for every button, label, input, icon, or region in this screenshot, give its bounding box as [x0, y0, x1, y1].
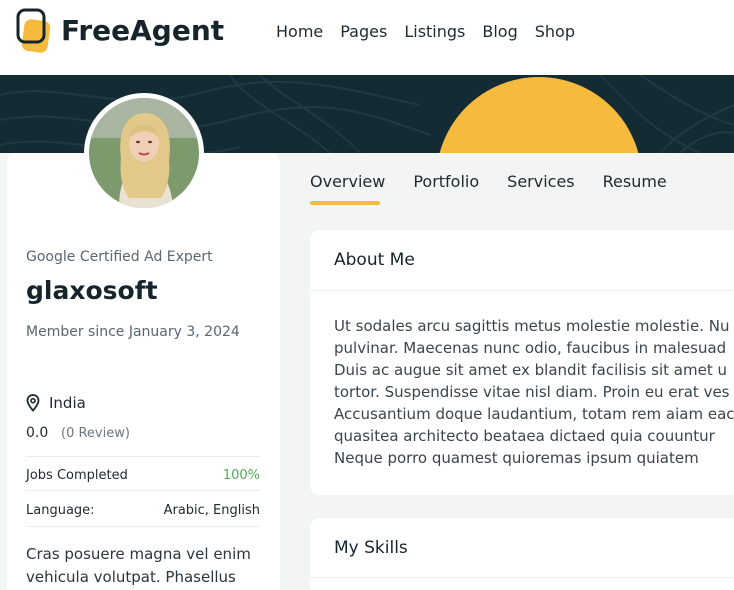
profile-sidebar [7, 153, 280, 590]
nav-listings[interactable]: Listings [404, 22, 465, 41]
about-line: Neque porro quamest quioremas ipsum quia… [334, 449, 699, 467]
tab-resume[interactable]: Resume [603, 172, 667, 202]
profile-username: glaxosoft [26, 276, 158, 305]
about-line: tortor. Suspendisse vitae nisl diam. Pro… [334, 383, 730, 401]
site-header: FreeAgent Home Pages Listings Blog Shop [0, 0, 734, 75]
profile-location: India [49, 394, 86, 412]
about-line: pulvinar. Maecenas nunc odio, faucibus i… [334, 339, 727, 357]
profile-tabs: Overview Portfolio Services Resume [310, 172, 695, 202]
avatar[interactable] [84, 93, 204, 213]
skills-card: My Skills [310, 518, 734, 590]
about-line: Ut sodales arcu sagittis metus molestie … [334, 317, 730, 335]
avatar-photo [89, 98, 199, 208]
banner-sun-shape [439, 77, 639, 153]
review-count[interactable]: (0 Review) [61, 426, 130, 441]
nav-shop[interactable]: Shop [535, 22, 575, 41]
about-line: Duis ac augue sit amet ex blandit facili… [334, 361, 727, 379]
skills-title: My Skills [334, 538, 408, 558]
location-pin-icon [26, 394, 40, 412]
member-since: Member since January 3, 2024 [26, 324, 240, 340]
tab-portfolio[interactable]: Portfolio [413, 172, 479, 202]
brand-name[interactable]: FreeAgent [61, 14, 224, 47]
profile-bio: Cras posuere magna vel enim vehicula vol… [26, 545, 251, 586]
jobs-completed-label: Jobs Completed [26, 468, 128, 483]
tab-active-indicator [310, 201, 380, 205]
main-nav: Home Pages Listings Blog Shop [276, 22, 592, 41]
profile-tagline: Google Certified Ad Expert [26, 249, 213, 265]
nav-pages[interactable]: Pages [340, 22, 387, 41]
nav-home[interactable]: Home [276, 22, 323, 41]
tab-overview[interactable]: Overview [310, 172, 385, 202]
about-card: About Me Ut sodales arcu sagittis metus … [310, 230, 734, 495]
brand-logo-icon[interactable] [16, 8, 54, 54]
jobs-completed-value: 100% [222, 468, 260, 483]
card-divider [310, 290, 734, 291]
tab-services[interactable]: Services [507, 172, 574, 202]
about-line: quasitea architecto beataea dictaed quia… [334, 427, 715, 445]
divider [26, 490, 260, 491]
rating-value: 0.0 [26, 425, 49, 441]
language-label: Language: [26, 503, 95, 518]
card-divider [310, 577, 734, 578]
about-text: Ut sodales arcu sagittis metus molestie … [334, 315, 734, 469]
about-line: Accusantium doque laudantium, totam rem … [334, 405, 734, 423]
language-value: Arabic, English [163, 503, 260, 518]
about-title: About Me [334, 250, 415, 270]
nav-blog[interactable]: Blog [482, 22, 517, 41]
divider [26, 526, 260, 527]
divider [26, 456, 260, 457]
